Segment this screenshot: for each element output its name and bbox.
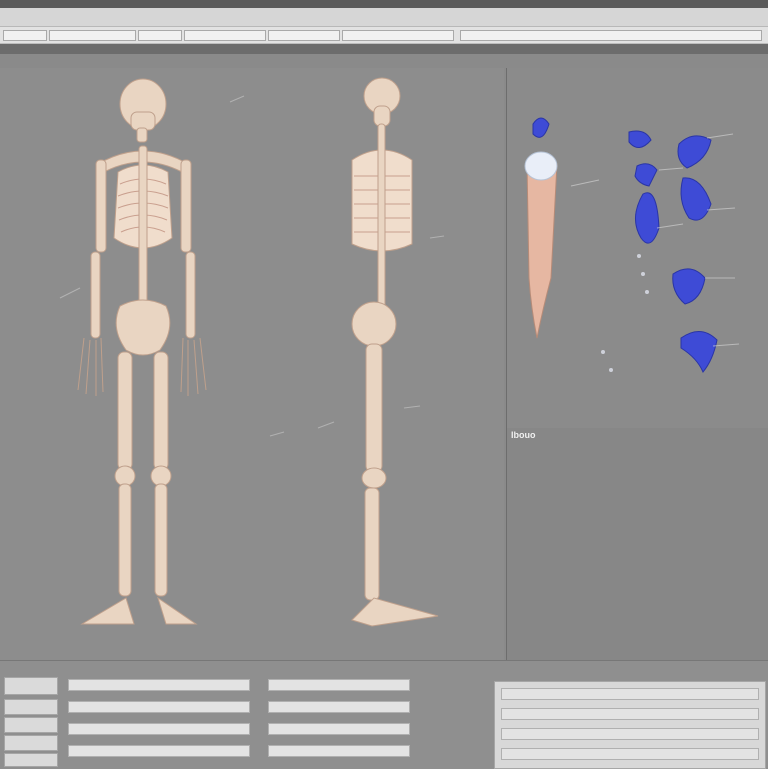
tool-field-7[interactable] <box>460 30 762 41</box>
tool-field-4[interactable] <box>184 30 266 41</box>
field-6[interactable] <box>268 701 410 713</box>
field-7[interactable] <box>268 723 410 735</box>
field-1[interactable] <box>68 679 250 691</box>
toolbar <box>0 27 768 44</box>
bottom-properties <box>0 660 768 769</box>
notes-row-3[interactable] <box>501 728 759 740</box>
skeleton-render <box>59 77 445 627</box>
tool-field-3[interactable] <box>138 30 182 41</box>
lower-panel-title: Ibouo <box>511 430 536 440</box>
tool-field-2[interactable] <box>49 30 136 41</box>
status-bar <box>0 44 768 54</box>
field-2[interactable] <box>68 701 250 713</box>
window-title-bar <box>0 0 768 8</box>
menu-bar <box>0 8 768 27</box>
prop-box-2[interactable] <box>4 699 58 715</box>
3d-viewport[interactable] <box>0 68 504 660</box>
prop-box-3[interactable] <box>4 717 58 733</box>
field-3[interactable] <box>68 723 250 735</box>
notes-row-1[interactable] <box>501 688 759 700</box>
bone-detail-graphics <box>524 117 740 373</box>
field-5[interactable] <box>268 679 410 691</box>
notes-panel[interactable] <box>494 681 766 769</box>
prop-box-4[interactable] <box>4 735 58 751</box>
prop-box-5[interactable] <box>4 753 58 767</box>
side-skeleton <box>351 77 439 627</box>
tool-field-6[interactable] <box>342 30 454 41</box>
bone-detail-panel <box>506 68 768 429</box>
lower-panel: Ibouo <box>506 428 768 660</box>
prop-box-1[interactable] <box>4 677 58 695</box>
field-8[interactable] <box>268 745 410 757</box>
notes-row-4[interactable] <box>501 748 759 760</box>
notes-row-2[interactable] <box>501 708 759 720</box>
front-skeleton <box>77 78 207 625</box>
field-4[interactable] <box>68 745 250 757</box>
tool-field-5[interactable] <box>268 30 340 41</box>
tool-field-1[interactable] <box>3 30 47 41</box>
